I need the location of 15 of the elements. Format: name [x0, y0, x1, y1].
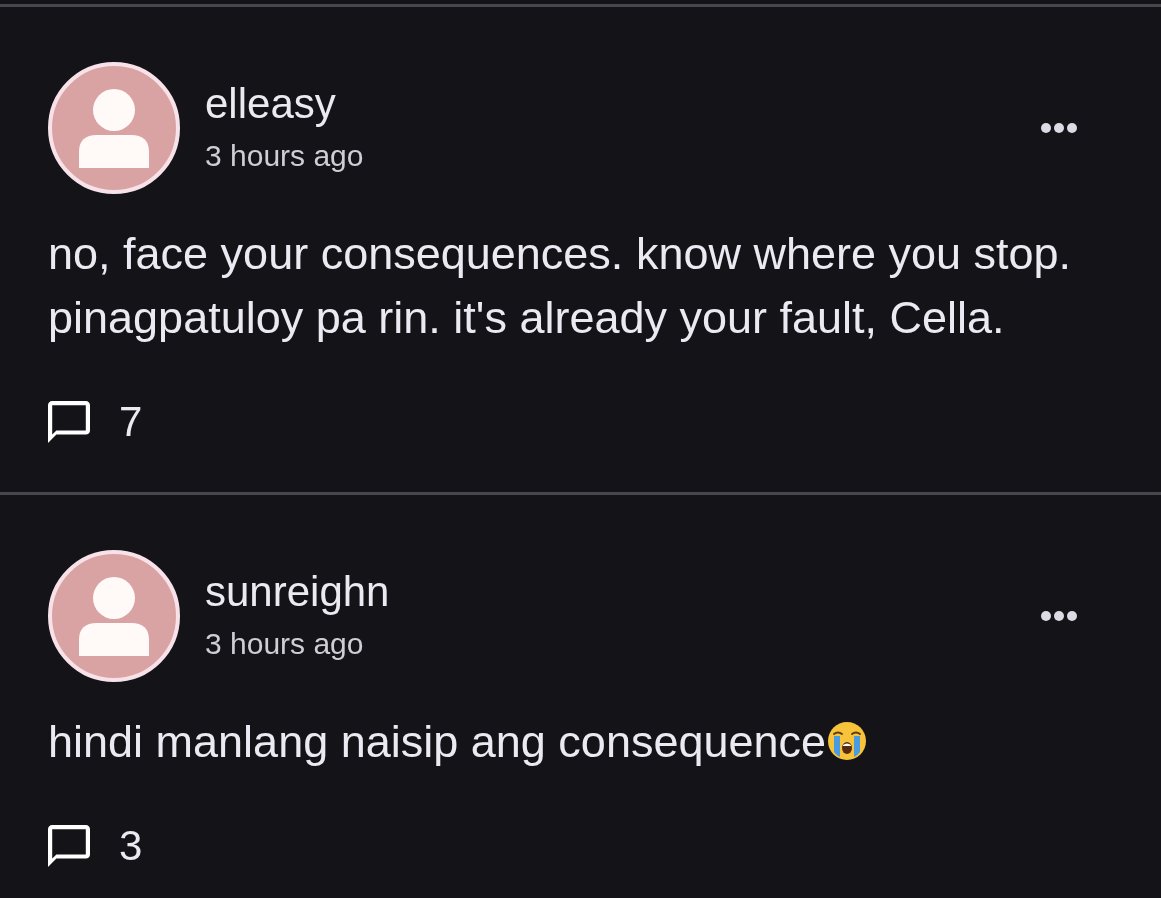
post-time: 3 hours ago: [205, 626, 365, 662]
post-text: hindi manlang naisip ang consequence: [48, 716, 827, 767]
comment-icon: [48, 401, 90, 443]
crying-face-icon: [827, 721, 868, 761]
more-options-icon[interactable]: [1041, 123, 1077, 133]
comment-button[interactable]: 3: [48, 824, 143, 868]
post-time: 3 hours ago: [205, 138, 364, 174]
username: elleasy: [205, 80, 337, 128]
more-options-icon[interactable]: [1041, 611, 1077, 621]
post-text: no, face your consequences. know where you stop. pinagpatuloy pa rin. it's already your fault, Cella.: [48, 228, 1072, 343]
avatar-icon: [48, 62, 180, 194]
avatar-icon: [48, 550, 180, 682]
username: sunreighn: [205, 568, 390, 616]
comment-icon: [48, 825, 90, 867]
comment-button[interactable]: 7: [48, 400, 143, 444]
